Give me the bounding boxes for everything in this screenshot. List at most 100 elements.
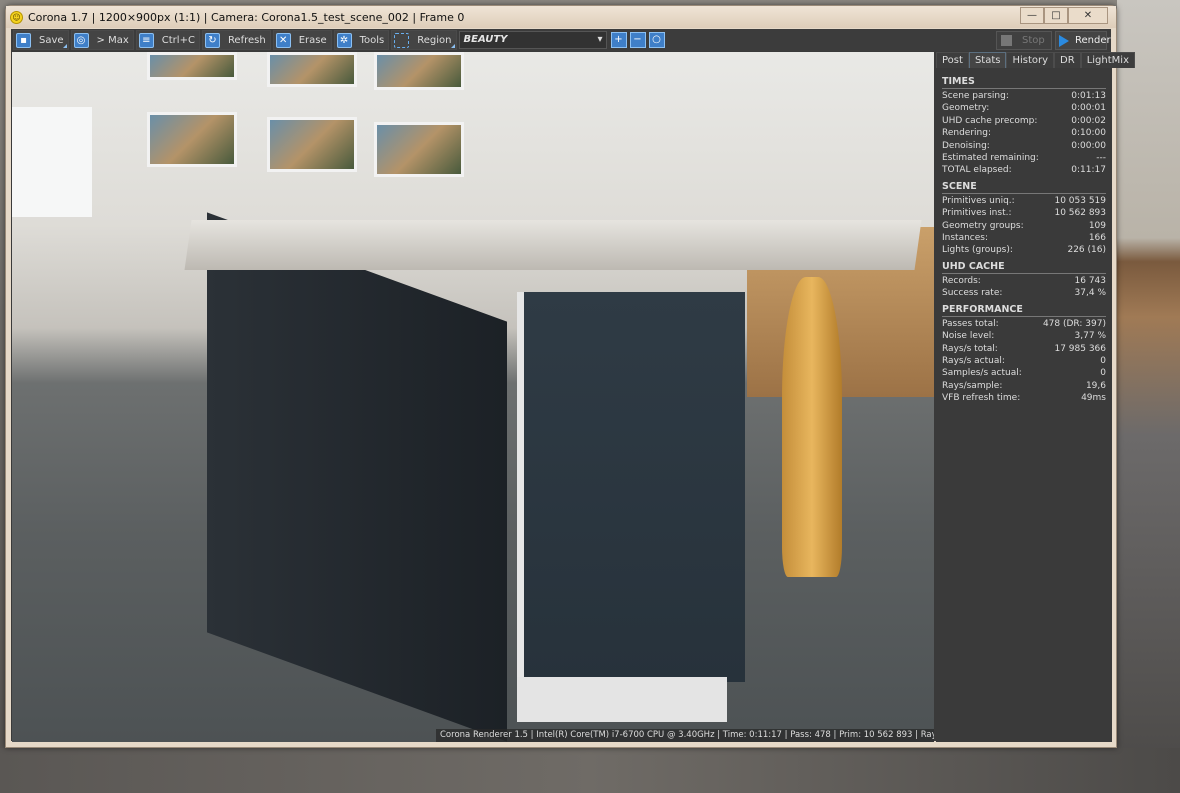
- stat-row: Lights (groups): 226 (16): [942, 244, 1106, 256]
- stat-label: Rendering:: [942, 128, 991, 139]
- stat-value: 0:00:02: [1071, 115, 1106, 126]
- save-icon: ▪: [16, 32, 31, 48]
- stat-label: Passes total:: [942, 318, 999, 329]
- chevron-down-icon: ▾: [597, 34, 603, 45]
- stat-value: 478 (DR: 397): [1042, 318, 1106, 329]
- stat-row: Primitives inst.: 10 562 893: [942, 207, 1106, 219]
- stat-label: Geometry:: [942, 103, 990, 114]
- zoom-fit-icon[interactable]: ○: [648, 32, 665, 48]
- tab-dr[interactable]: DR: [1054, 52, 1081, 68]
- stat-row: Noise level: 3,77 %: [942, 330, 1106, 342]
- stat-row: Samples/s actual: 0: [942, 367, 1106, 379]
- render-viewport[interactable]: Corona Renderer 1.5 | Intel(R) Core(TM) …: [12, 52, 934, 742]
- render-channel-select[interactable]: BEAUTY ▾: [458, 31, 607, 49]
- refresh-icon: ↻: [204, 32, 220, 48]
- stat-value: 3,77 %: [1074, 331, 1106, 342]
- stat-value: 16 743: [1074, 275, 1107, 286]
- clipboard-icon: ≡: [138, 32, 154, 48]
- stat-label: VFB refresh time:: [942, 393, 1021, 404]
- stat-row: UHD cache precomp: 0:00:02: [942, 115, 1106, 127]
- maximize-button[interactable]: □: [1044, 7, 1068, 24]
- max-button[interactable]: ◎ > Max: [70, 30, 134, 50]
- render-cabinet-base: [517, 677, 727, 722]
- erase-label: Erase: [298, 34, 327, 46]
- erase-button[interactable]: ✕ Erase: [272, 30, 332, 50]
- tools-label: Tools: [359, 34, 385, 46]
- copy-label: Ctrl+C: [161, 34, 195, 46]
- stat-value: 0:10:00: [1071, 128, 1106, 139]
- corona-vfb-window: ☺ Corona 1.7 | 1200×900px (1:1) | Camera…: [5, 5, 1135, 748]
- render-countertop: [184, 220, 922, 270]
- tab-stats[interactable]: Stats: [968, 52, 1007, 68]
- stat-value: 0: [1100, 368, 1106, 379]
- tools-button[interactable]: ✲ Tools: [333, 30, 390, 50]
- stat-value: ---: [1096, 153, 1106, 164]
- gear-icon: ✲: [336, 32, 352, 48]
- stats-section-uhd: UHD CACHE: [942, 259, 1106, 274]
- stat-label: Success rate:: [942, 288, 1003, 299]
- render-cabinet-front: [207, 212, 507, 742]
- region-label: Region: [417, 34, 452, 46]
- stat-row: Rendering: 0:10:00: [942, 127, 1106, 139]
- stat-row: Geometry: 0:00:01: [942, 102, 1106, 114]
- stop-button[interactable]: Stop: [996, 31, 1052, 50]
- stat-label: Instances:: [942, 233, 989, 244]
- stat-label: Estimated remaining:: [942, 153, 1039, 164]
- tab-post[interactable]: Post: [936, 52, 969, 68]
- stat-value: 0:11:17: [1071, 165, 1106, 176]
- tab-lightmix[interactable]: LightMix: [1080, 52, 1135, 68]
- render-label: Render: [1075, 35, 1111, 46]
- desktop-background: [1117, 0, 1180, 793]
- stop-icon: [1001, 35, 1012, 46]
- stat-value: 10 053 519: [1054, 195, 1106, 206]
- max-label: > Max: [96, 34, 129, 46]
- save-button[interactable]: ▪ Save: [13, 30, 69, 50]
- stat-row: Denoising: 0:00:00: [942, 140, 1106, 152]
- stat-label: Geometry groups:: [942, 220, 1024, 231]
- close-button[interactable]: ✕: [1068, 7, 1108, 24]
- stat-row: Rays/sample: 19,6: [942, 380, 1106, 392]
- stat-row: Rays/s total: 17 985 366: [942, 343, 1106, 355]
- title-bar[interactable]: ☺ Corona 1.7 | 1200×900px (1:1) | Camera…: [6, 6, 1116, 28]
- stat-label: Rays/s actual:: [942, 355, 1005, 366]
- render-button[interactable]: Render: [1055, 31, 1111, 50]
- stats-panel: TIMES Scene parsing: 0:01:13 Geometry: 0:00:…: [936, 68, 1112, 405]
- render-bar-stool: [782, 277, 842, 577]
- render-cabinet-side: [517, 292, 745, 682]
- stat-row: Estimated remaining: ---: [942, 152, 1106, 164]
- stat-label: UHD cache precomp:: [942, 115, 1038, 126]
- tab-history[interactable]: History: [1006, 52, 1055, 68]
- stat-label: Lights (groups):: [942, 245, 1013, 256]
- stat-row: Success rate: 37,4 %: [942, 287, 1106, 299]
- toolbar: ▪ Save ◎ > Max ≡ Ctrl+C ↻ Refresh ✕ Erase ✲ To…: [11, 29, 1111, 51]
- stat-row: Rays/s actual: 0: [942, 355, 1106, 367]
- corona-logo-icon: ☺: [10, 10, 23, 24]
- channel-value: BEAUTY: [463, 34, 508, 45]
- stat-row: Instances: 166: [942, 232, 1106, 244]
- refresh-button[interactable]: ↻ Refresh: [201, 30, 271, 50]
- stat-row: Records: 16 743: [942, 275, 1106, 287]
- stat-label: Primitives uniq.:: [942, 195, 1015, 206]
- stat-value: 19,6: [1085, 380, 1106, 391]
- stat-label: TOTAL elapsed:: [942, 165, 1012, 176]
- stat-row: Geometry groups: 109: [942, 220, 1106, 232]
- region-button[interactable]: Region: [391, 30, 457, 50]
- stats-section-scene: SCENE: [942, 179, 1106, 194]
- window-title: Corona 1.7 | 1200×900px (1:1) | Camera: …: [28, 10, 465, 24]
- stat-value: 0: [1100, 355, 1106, 366]
- stat-row: Primitives uniq.: 10 053 519: [942, 195, 1106, 207]
- stat-value: 0:00:00: [1071, 140, 1106, 151]
- save-label: Save: [39, 34, 64, 46]
- stats-section-times: TIMES: [942, 74, 1106, 89]
- minimize-button[interactable]: —: [1020, 7, 1044, 24]
- stats-section-performance: PERFORMANCE: [942, 302, 1106, 317]
- zoom-out-icon[interactable]: −: [629, 32, 646, 48]
- copy-button[interactable]: ≡ Ctrl+C: [135, 30, 200, 50]
- stat-label: Scene parsing:: [942, 91, 1009, 101]
- stat-label: Samples/s actual:: [942, 368, 1022, 379]
- stat-value: 226 (16): [1067, 245, 1106, 256]
- stat-value: 0:01:13: [1071, 91, 1106, 101]
- stat-label: Noise level:: [942, 331, 995, 342]
- stat-row: VFB refresh time: 49ms: [942, 392, 1106, 404]
- zoom-in-icon[interactable]: +: [610, 32, 627, 48]
